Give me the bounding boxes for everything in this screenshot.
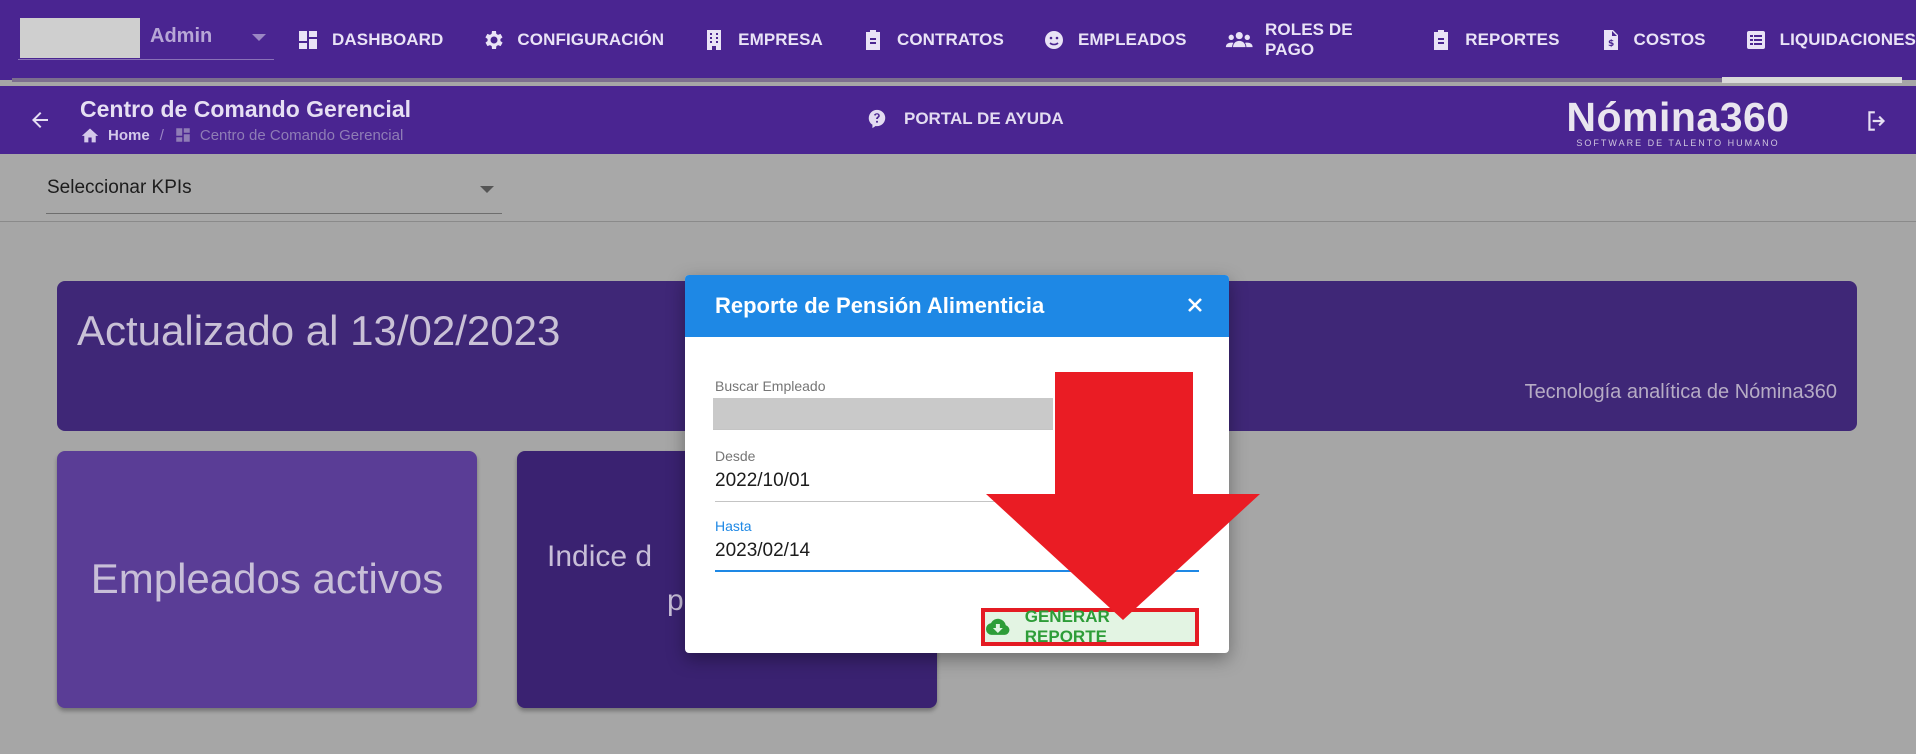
dialog-title: Reporte de Pensión Alimenticia bbox=[715, 293, 1045, 318]
menu-reportes[interactable]: REPORTES bbox=[1429, 22, 1559, 58]
menu-empleados[interactable]: EMPLEADOS bbox=[1042, 22, 1187, 58]
breadcrumb-current: Centro de Comando Gerencial bbox=[174, 126, 403, 144]
kpi-toolbar: Seleccionar KPIs bbox=[0, 154, 1916, 222]
breadcrumb-current-label: Centro de Comando Gerencial bbox=[199, 126, 404, 144]
menu-empresa-label: EMPRESA bbox=[738, 30, 823, 49]
kpi-card-empleados-activos[interactable]: Empleados activos bbox=[57, 451, 477, 708]
face-icon bbox=[1044, 31, 1063, 49]
banner-subtitle: Tecnología analítica de Nómina360 bbox=[1524, 381, 1837, 403]
main-menu: DASHBOARD CONFIGURACIÓN EMPRESA CONTRATO… bbox=[296, 20, 1916, 59]
clipboard-list-icon bbox=[1434, 30, 1449, 50]
help-portal-link[interactable]: PORTAL DE AYUDA bbox=[866, 108, 1064, 130]
menu-dashboard-label: DASHBOARD bbox=[332, 30, 444, 49]
menu-empresa[interactable]: EMPRESA bbox=[702, 22, 823, 58]
menu-contratos-label: CONTRATOS bbox=[896, 30, 1004, 49]
menu-reportes-label: REPORTES bbox=[1465, 30, 1560, 49]
back-arrow-icon[interactable] bbox=[28, 108, 52, 132]
menu-liquidaciones-label: LIQUIDACIONES bbox=[1779, 30, 1916, 49]
menu-configuracion[interactable]: CONFIGURACIÓN bbox=[481, 22, 664, 58]
dashboard-icon bbox=[299, 31, 317, 49]
page-header: Centro de Comando Gerencial Home / Centr… bbox=[0, 86, 1916, 154]
menu-liquidaciones[interactable]: LIQUIDACIONES bbox=[1744, 22, 1916, 58]
dashboard-icon bbox=[176, 128, 190, 142]
menu-costos[interactable]: $ COSTOS bbox=[1598, 22, 1706, 58]
breadcrumb: Home / Centro de Comando Gerencial bbox=[80, 126, 403, 144]
logo-subtitle: SOFTWARE DE TALENTO HUMANO bbox=[1576, 138, 1780, 148]
menu-dashboard[interactable]: DASHBOARD bbox=[296, 22, 443, 58]
menu-configuracion-label: CONFIGURACIÓN bbox=[517, 30, 665, 49]
chevron-down-icon bbox=[252, 34, 266, 41]
breadcrumb-home[interactable]: Home bbox=[80, 126, 150, 144]
menu-empleados-label: EMPLEADOS bbox=[1077, 30, 1187, 49]
menu-roles-de-pago-label: ROLES DE PAGO bbox=[1265, 20, 1353, 59]
invoice-icon: $ bbox=[1603, 30, 1618, 50]
clipboard-icon bbox=[865, 30, 880, 50]
company-name: Admin bbox=[150, 25, 213, 47]
company-selector[interactable]: Admin bbox=[18, 18, 274, 60]
logo-text: Nómina360 bbox=[1566, 94, 1790, 140]
building-icon bbox=[707, 30, 722, 50]
kpi-card-label: Empleados activos bbox=[90, 555, 444, 602]
home-icon bbox=[81, 128, 99, 143]
nav-active-indicator bbox=[1722, 77, 1902, 83]
close-icon[interactable] bbox=[1183, 293, 1207, 317]
kpi-select-value: Seleccionar KPIs bbox=[47, 177, 192, 198]
page-title: Centro de Comando Gerencial bbox=[80, 96, 412, 122]
menu-roles-de-pago[interactable]: ROLES DE PAGO bbox=[1225, 20, 1392, 59]
svg-text:$: $ bbox=[1608, 39, 1614, 49]
top-navbar: Admin DASHBOARD CONFIGURACIÓN EMPRESA CO… bbox=[0, 0, 1916, 83]
breadcrumb-separator: / bbox=[159, 126, 164, 144]
chevron-down-icon bbox=[480, 186, 494, 193]
breadcrumb-home-label: Home bbox=[108, 126, 150, 144]
banner-title: Actualizado al 13/02/2023 bbox=[77, 307, 561, 354]
menu-costos-label: COSTOS bbox=[1633, 30, 1706, 49]
company-logo-redacted bbox=[20, 18, 140, 58]
nomina360-logo: Nómina360 SOFTWARE DE TALENTO HUMANO bbox=[1566, 94, 1790, 148]
kpi-select[interactable]: Seleccionar KPIs bbox=[46, 174, 502, 214]
menu-contratos[interactable]: CONTRATOS bbox=[861, 22, 1004, 58]
users-icon bbox=[1225, 31, 1253, 48]
logout-icon[interactable] bbox=[1864, 108, 1890, 134]
help-portal-label: PORTAL DE AYUDA bbox=[904, 109, 1064, 128]
nav-divider bbox=[12, 78, 1902, 82]
dialog-header: Reporte de Pensión Alimenticia bbox=[685, 275, 1229, 337]
list-icon bbox=[1746, 31, 1765, 49]
gear-icon bbox=[485, 31, 504, 49]
annotation-arrow bbox=[986, 372, 1260, 620]
help-icon bbox=[868, 109, 886, 129]
